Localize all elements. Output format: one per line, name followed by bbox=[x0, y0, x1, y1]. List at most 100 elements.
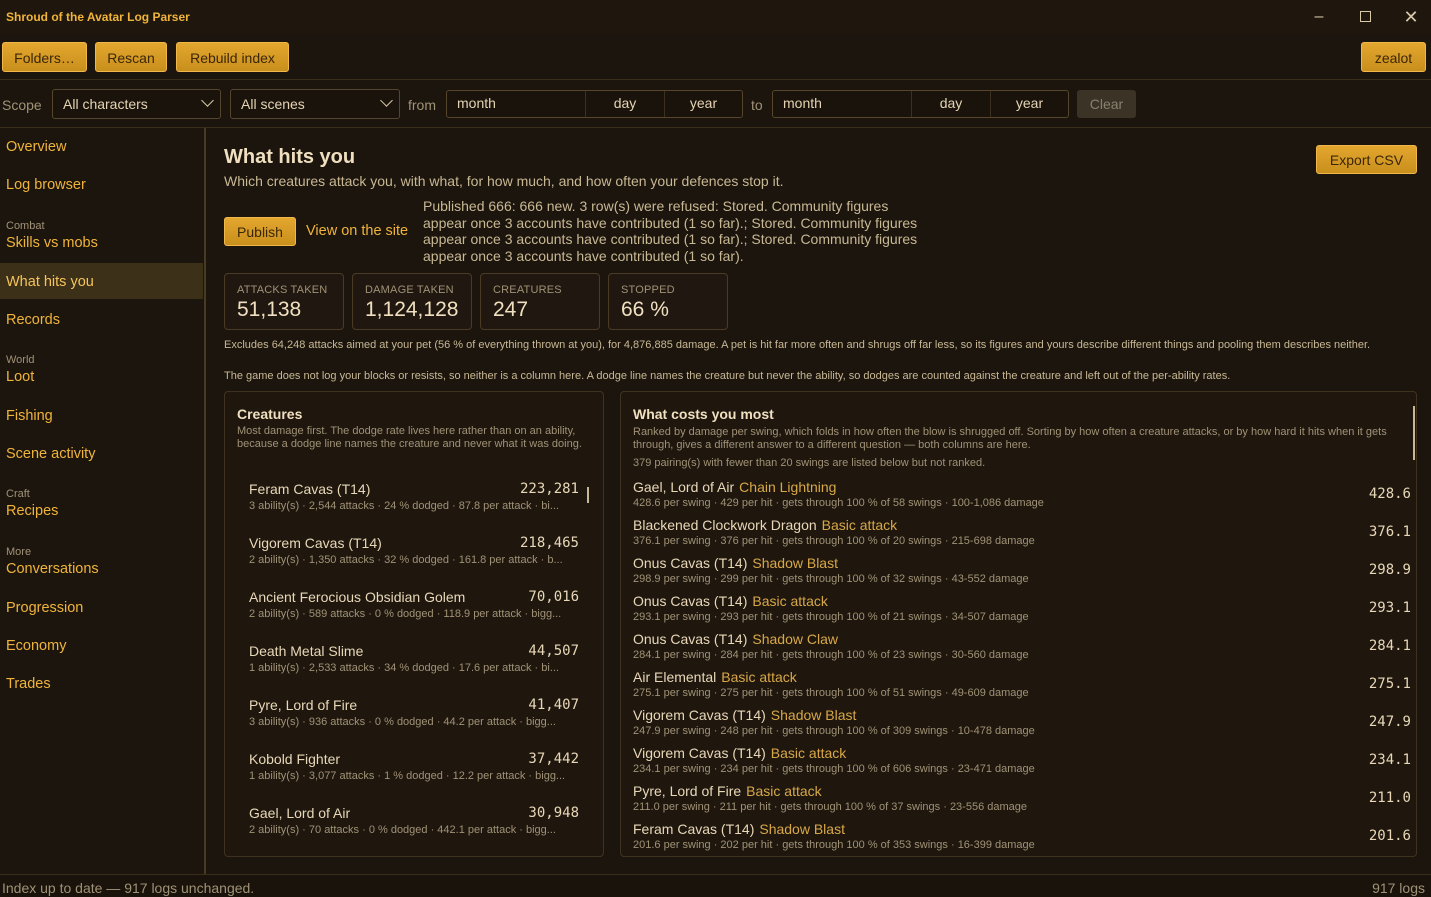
sidebar-item-label: Trades bbox=[6, 676, 51, 692]
cost-row[interactable]: Onus Cavas (T14) Shadow Blast 298.9 per s… bbox=[633, 555, 1411, 591]
view-on-site-link[interactable]: View on the site bbox=[306, 223, 408, 239]
sidebar-item-label: Progression bbox=[6, 600, 84, 616]
creature-name: Pyre, Lord of Fire bbox=[633, 783, 742, 799]
sidebar-item-scene-activity[interactable]: Scene activity bbox=[0, 435, 203, 471]
cost-detail: 201.6 per swing · 202 per hit · gets thr… bbox=[633, 839, 1035, 851]
ability-name: Basic attack bbox=[746, 783, 822, 799]
cost-row[interactable]: Gael, Lord of Air Chain Lightning 428.6 p… bbox=[633, 479, 1411, 515]
creature-row[interactable]: Gael, Lord of Air 30,948 2 ability(s) · … bbox=[249, 805, 579, 845]
creature-name: Blackened Clockwork Dragon bbox=[633, 517, 817, 533]
ability-name: Shadow Claw bbox=[752, 631, 838, 647]
title-bar: Shroud of the Avatar Log Parser – ✕ bbox=[0, 0, 1431, 34]
character-select[interactable]: All characters bbox=[52, 89, 221, 119]
cost-row-title: Vigorem Cavas (T14) Shadow Blast bbox=[633, 707, 856, 723]
damage-per-swing: 211.0 bbox=[1368, 790, 1411, 806]
damage-per-swing: 275.1 bbox=[1368, 676, 1411, 692]
cost-row[interactable]: Vigorem Cavas (T14) Shadow Blast 247.9 pe… bbox=[633, 707, 1411, 743]
to-month-input[interactable]: month bbox=[773, 91, 912, 117]
creature-name: Onus Cavas (T14) bbox=[633, 555, 748, 571]
sidebar-group-label: Combat bbox=[6, 220, 45, 232]
export-csv-button[interactable]: Export CSV bbox=[1316, 145, 1417, 174]
from-day-input[interactable]: day bbox=[586, 91, 665, 117]
sidebar-item-label: Overview bbox=[6, 139, 67, 155]
maximize-icon[interactable] bbox=[1351, 6, 1379, 28]
cost-row-title: Feram Cavas (T14) Shadow Blast bbox=[633, 821, 845, 837]
sidebar-item-log-browser[interactable]: Log browser bbox=[0, 166, 203, 202]
sidebar-item-records[interactable]: Records bbox=[0, 301, 203, 337]
sidebar-item-label: Skills vs mobs bbox=[6, 235, 98, 251]
sidebar-item-trades[interactable]: Trades bbox=[0, 665, 203, 701]
cost-row[interactable]: Vigorem Cavas (T14) Basic attack 234.1 pe… bbox=[633, 745, 1411, 781]
creature-row[interactable]: Pyre, Lord of Fire 41,407 3 ability(s) ·… bbox=[249, 697, 579, 737]
sidebar-item-loot[interactable]: World Loot bbox=[0, 346, 203, 394]
cost-row[interactable]: Blackened Clockwork Dragon Basic attack 3… bbox=[633, 517, 1411, 553]
publish-button[interactable]: Publish bbox=[224, 217, 296, 246]
scene-select[interactable]: All scenes bbox=[230, 89, 400, 119]
blocks-note: The game does not log your blocks or res… bbox=[224, 370, 1231, 382]
creature-name: Vigorem Cavas (T14) bbox=[633, 707, 766, 723]
sidebar-group-label: More bbox=[6, 546, 32, 558]
sidebar: Overview Log browser Combat Skills vs mo… bbox=[0, 128, 206, 874]
sidebar-item-economy[interactable]: Economy bbox=[0, 627, 203, 663]
from-month-input[interactable]: month bbox=[447, 91, 586, 117]
minimize-icon[interactable]: – bbox=[1305, 6, 1333, 28]
rescan-button[interactable]: Rescan bbox=[95, 42, 167, 72]
close-icon[interactable]: ✕ bbox=[1397, 6, 1425, 28]
damage-per-swing: 234.1 bbox=[1368, 752, 1411, 768]
ability-name: Basic attack bbox=[721, 669, 797, 685]
creature-name: Vigorem Cavas (T14) bbox=[633, 745, 766, 761]
sidebar-item-label: Economy bbox=[6, 638, 67, 654]
cost-row-title: Gael, Lord of Air Chain Lightning bbox=[633, 479, 836, 495]
page-subtitle: Which creatures attack you, with what, f… bbox=[224, 173, 784, 189]
scope-label: Scope bbox=[2, 97, 42, 113]
sidebar-item-what-hits-you[interactable]: What hits you bbox=[0, 263, 203, 299]
creature-row[interactable]: Vigorem Cavas (T14) 218,465 2 ability(s)… bbox=[249, 535, 579, 575]
sidebar-item-overview[interactable]: Overview bbox=[0, 128, 203, 164]
user-button[interactable]: zealot bbox=[1361, 42, 1426, 72]
sidebar-item-recipes[interactable]: Craft Recipes bbox=[0, 480, 203, 528]
from-year-input[interactable]: year bbox=[665, 91, 742, 117]
cost-row[interactable]: Onus Cavas (T14) Shadow Claw 284.1 per sw… bbox=[633, 631, 1411, 667]
pet-exclusion-note: Excludes 64,248 attacks aimed at your pe… bbox=[224, 339, 1371, 351]
costs-panel: What costs you most Ranked by damage per… bbox=[620, 391, 1417, 857]
cost-row-title: Pyre, Lord of Fire Basic attack bbox=[633, 783, 822, 799]
damage-per-swing: 247.9 bbox=[1368, 714, 1411, 730]
sidebar-item-progression[interactable]: Progression bbox=[0, 589, 203, 625]
creature-row[interactable]: Ancient Ferocious Obsidian Golem 70,016 … bbox=[249, 589, 579, 629]
from-label: from bbox=[408, 97, 436, 113]
cost-detail: 428.6 per swing · 429 per hit · gets thr… bbox=[633, 497, 1044, 509]
cost-row-title: Blackened Clockwork Dragon Basic attack bbox=[633, 517, 897, 533]
damage-per-swing: 201.6 bbox=[1368, 828, 1411, 844]
sidebar-item-conversations[interactable]: More Conversations bbox=[0, 538, 203, 586]
scene-select-value: All scenes bbox=[241, 96, 305, 112]
rebuild-index-button[interactable]: Rebuild index bbox=[176, 42, 289, 72]
creature-name: Ancient Ferocious Obsidian Golem bbox=[249, 589, 466, 605]
creature-detail: 3 ability(s) · 936 attacks · 0 % dodged … bbox=[249, 716, 556, 728]
clear-button[interactable]: Clear bbox=[1077, 90, 1136, 118]
scrollbar[interactable] bbox=[587, 487, 589, 503]
cost-row[interactable]: Air Elemental Basic attack 275.1 per swin… bbox=[633, 669, 1411, 705]
to-year-input[interactable]: year bbox=[991, 91, 1068, 117]
creature-row[interactable]: Feram Cavas (T14) 223,281 3 ability(s) ·… bbox=[249, 481, 579, 521]
publish-status: Published 666: 666 new. 3 row(s) were re… bbox=[423, 198, 918, 264]
creature-row[interactable]: Death Metal Slime 44,507 1 ability(s) · … bbox=[249, 643, 579, 683]
cost-row-title: Onus Cavas (T14) Basic attack bbox=[633, 593, 828, 609]
creature-name: Vigorem Cavas (T14) bbox=[249, 535, 382, 551]
creature-damage: 41,407 bbox=[528, 697, 579, 713]
cost-row[interactable]: Pyre, Lord of Fire Basic attack 211.0 per… bbox=[633, 783, 1411, 819]
scrollbar[interactable] bbox=[1413, 406, 1415, 460]
folders-button[interactable]: Folders… bbox=[2, 42, 87, 72]
creature-row[interactable]: Kobold Fighter 37,442 1 ability(s) · 3,0… bbox=[249, 751, 579, 791]
cost-row[interactable]: Feram Cavas (T14) Shadow Blast 201.6 per … bbox=[633, 821, 1411, 856]
cost-detail: 284.1 per swing · 284 per hit · gets thr… bbox=[633, 649, 1029, 661]
cost-detail: 376.1 per swing · 376 per hit · gets thr… bbox=[633, 535, 1035, 547]
creature-detail: 1 ability(s) · 2,533 attacks · 34 % dodg… bbox=[249, 662, 559, 674]
sidebar-item-skills-vs-mobs[interactable]: Combat Skills vs mobs bbox=[0, 212, 203, 260]
sidebar-item-fishing[interactable]: Fishing bbox=[0, 397, 203, 433]
main-content: What hits you Which creatures attack you… bbox=[208, 128, 1431, 874]
stat-label: DAMAGE TAKEN bbox=[365, 284, 454, 296]
to-day-input[interactable]: day bbox=[912, 91, 991, 117]
to-label: to bbox=[751, 97, 763, 113]
cost-row[interactable]: Onus Cavas (T14) Basic attack 293.1 per s… bbox=[633, 593, 1411, 629]
creature-detail: 2 ability(s) · 589 attacks · 0 % dodged … bbox=[249, 608, 562, 620]
